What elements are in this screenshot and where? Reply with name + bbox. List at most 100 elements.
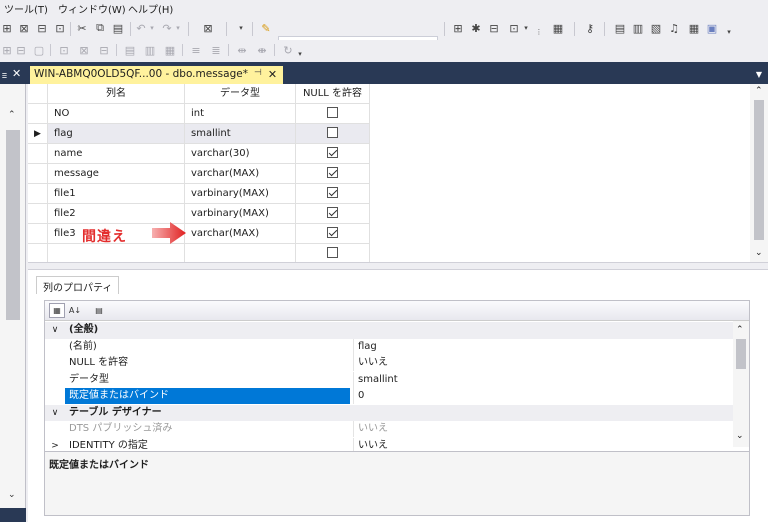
row-selector[interactable]	[28, 244, 48, 264]
data-type-cell[interactable]: varbinary(MAX)	[185, 184, 296, 204]
column-name-cell[interactable]: file2	[48, 204, 185, 224]
column-name-cell[interactable]: name	[48, 144, 185, 164]
scrollbar-thumb[interactable]	[6, 130, 20, 320]
allow-nulls-checkbox[interactable]	[327, 206, 338, 218]
tab-list-dropdown-icon[interactable]: ▼	[756, 70, 762, 79]
data-type-cell[interactable]: smallint	[185, 124, 296, 144]
table-icon[interactable]: ▦	[686, 20, 702, 36]
scroll-down-icon[interactable]: ⌄	[736, 431, 744, 441]
menu-help[interactable]: ヘルプ(H)	[128, 1, 173, 16]
scrollbar-thumb[interactable]	[754, 100, 764, 240]
alphabetical-icon[interactable]: A↓	[67, 303, 83, 318]
row-selector[interactable]	[28, 204, 48, 224]
query-icon[interactable]: ⊞	[0, 20, 14, 36]
open-icon[interactable]: ⊟	[14, 42, 28, 58]
property-row[interactable]: NULL を許容 いいえ	[45, 355, 733, 372]
row-selector[interactable]	[28, 144, 48, 164]
layout-icon[interactable]: ▥	[142, 42, 158, 58]
allow-nulls-checkbox[interactable]	[327, 226, 338, 238]
paste-icon[interactable]: ▤	[110, 20, 126, 36]
column-name-cell[interactable]: NO	[48, 104, 185, 124]
generate-script-icon[interactable]: ♫	[666, 20, 682, 36]
property-row[interactable]: 既定値またはバインド 0	[45, 388, 733, 405]
indexes-icon[interactable]: ▥	[630, 20, 646, 36]
align-icon[interactable]: ⊠	[76, 42, 92, 58]
redo-dropdown-icon[interactable]: ▾	[174, 20, 182, 36]
property-value[interactable]: smallint	[353, 371, 733, 388]
new-icon[interactable]: ⊞	[0, 42, 14, 58]
scroll-up-icon[interactable]: ⌃	[8, 110, 16, 120]
property-value[interactable]: いいえ	[353, 421, 733, 437]
tab-column-properties[interactable]: 列のプロパティ	[36, 276, 120, 294]
primary-key-icon[interactable]: ⚷	[582, 20, 598, 36]
spacing-icon[interactable]: ⇹	[234, 42, 250, 58]
toolbar-overflow-icon[interactable]: ⋮	[534, 24, 544, 40]
row-selector[interactable]	[28, 184, 48, 204]
copy-icon[interactable]: ⧉	[92, 20, 108, 36]
column-name-cell[interactable]	[48, 244, 185, 264]
dropdown-icon[interactable]: ▾	[236, 20, 246, 36]
layout-icon[interactable]: ▤	[122, 42, 138, 58]
property-category[interactable]: ∨ (全般)	[45, 322, 733, 339]
dmx-query-icon[interactable]: ⊟	[34, 20, 50, 36]
splitter[interactable]	[28, 262, 768, 270]
table-row[interactable]: NO int	[28, 104, 370, 124]
spacing-icon[interactable]: ⇼	[254, 42, 270, 58]
grid-scrollbar[interactable]: ⌃ ⌄	[750, 84, 768, 262]
cut-icon[interactable]: ✂	[74, 20, 90, 36]
mdx-query-icon[interactable]: ⊠	[16, 20, 32, 36]
allow-nulls-checkbox[interactable]	[327, 246, 338, 258]
property-scrollbar[interactable]: ⌃ ⌄	[733, 321, 749, 447]
property-value[interactable]: 0	[353, 388, 733, 404]
table-row[interactable]: ▶ flag smallint	[28, 124, 370, 144]
wrench-icon[interactable]: ✱	[468, 20, 484, 36]
data-type-cell[interactable]: varchar(MAX)	[185, 224, 296, 244]
output-dropdown-icon[interactable]: ▾	[522, 20, 530, 36]
allow-nulls-checkbox[interactable]	[327, 186, 338, 198]
redo-icon[interactable]: ↷	[160, 20, 174, 36]
row-selector[interactable]	[28, 164, 48, 184]
tab-table-designer[interactable]: WIN-ABMQ0OLD5QF...00 - dbo.message* ⊣ ✕	[30, 66, 284, 86]
table-row[interactable]: file2 varbinary(MAX)	[28, 204, 370, 224]
row-selector[interactable]	[28, 224, 48, 244]
allow-nulls-checkbox[interactable]	[327, 146, 338, 158]
table-row[interactable]: name varchar(30)	[28, 144, 370, 164]
property-category[interactable]: ∨ テーブル デザイナー	[45, 404, 733, 421]
menu-tools[interactable]: ツール(T)	[4, 1, 48, 16]
table-row[interactable]: file1 varbinary(MAX)	[28, 184, 370, 204]
solution-explorer-icon[interactable]: ⊞	[450, 20, 466, 36]
collapse-icon[interactable]: ∨	[49, 322, 61, 338]
xmla-query-icon[interactable]: ⊡	[52, 20, 68, 36]
column-name-cell[interactable]: message	[48, 164, 185, 184]
data-type-cell[interactable]: varchar(30)	[185, 144, 296, 164]
scroll-down-icon[interactable]: ⌄	[755, 248, 763, 258]
column-name-cell[interactable]: flag	[48, 124, 185, 144]
layout-icon[interactable]: ▦	[162, 42, 178, 58]
toolbar-overflow-icon[interactable]: ▾	[296, 46, 304, 62]
property-pages-icon[interactable]: ▤	[91, 303, 107, 318]
data-type-cell[interactable]: varchar(MAX)	[185, 164, 296, 184]
image-icon[interactable]: ▣	[704, 20, 720, 36]
allow-nulls-checkbox[interactable]	[327, 106, 338, 118]
scroll-down-icon[interactable]: ⌄	[8, 490, 16, 500]
relationships-icon[interactable]: ▤	[612, 20, 628, 36]
close-icon[interactable]: ✕	[12, 67, 21, 80]
toolbox-icon[interactable]: ⊟	[486, 20, 502, 36]
undo-icon[interactable]: ↶	[134, 20, 148, 36]
pin-icon[interactable]: ⲷ	[2, 68, 7, 81]
properties-icon[interactable]: ▦	[550, 20, 566, 36]
menu-window[interactable]: ウィンドウ(W)	[58, 1, 126, 16]
allow-nulls-checkbox[interactable]	[327, 126, 338, 138]
scroll-up-icon[interactable]: ⌃	[755, 86, 763, 96]
table-row[interactable]: file3 varchar(MAX)	[28, 224, 370, 244]
scroll-up-icon[interactable]: ⌃	[736, 325, 744, 335]
window-icon[interactable]: ⊠	[200, 20, 216, 36]
allow-nulls-checkbox[interactable]	[327, 166, 338, 178]
find-icon[interactable]: ✎	[258, 20, 274, 36]
column-name-cell[interactable]: file1	[48, 184, 185, 204]
table-row[interactable]: message varchar(MAX)	[28, 164, 370, 184]
outdent-icon[interactable]: ≣	[208, 42, 224, 58]
data-type-cell[interactable]: int	[185, 104, 296, 124]
toolbar-overflow-icon[interactable]: ▾	[724, 24, 734, 40]
property-value[interactable]: flag	[353, 338, 733, 355]
